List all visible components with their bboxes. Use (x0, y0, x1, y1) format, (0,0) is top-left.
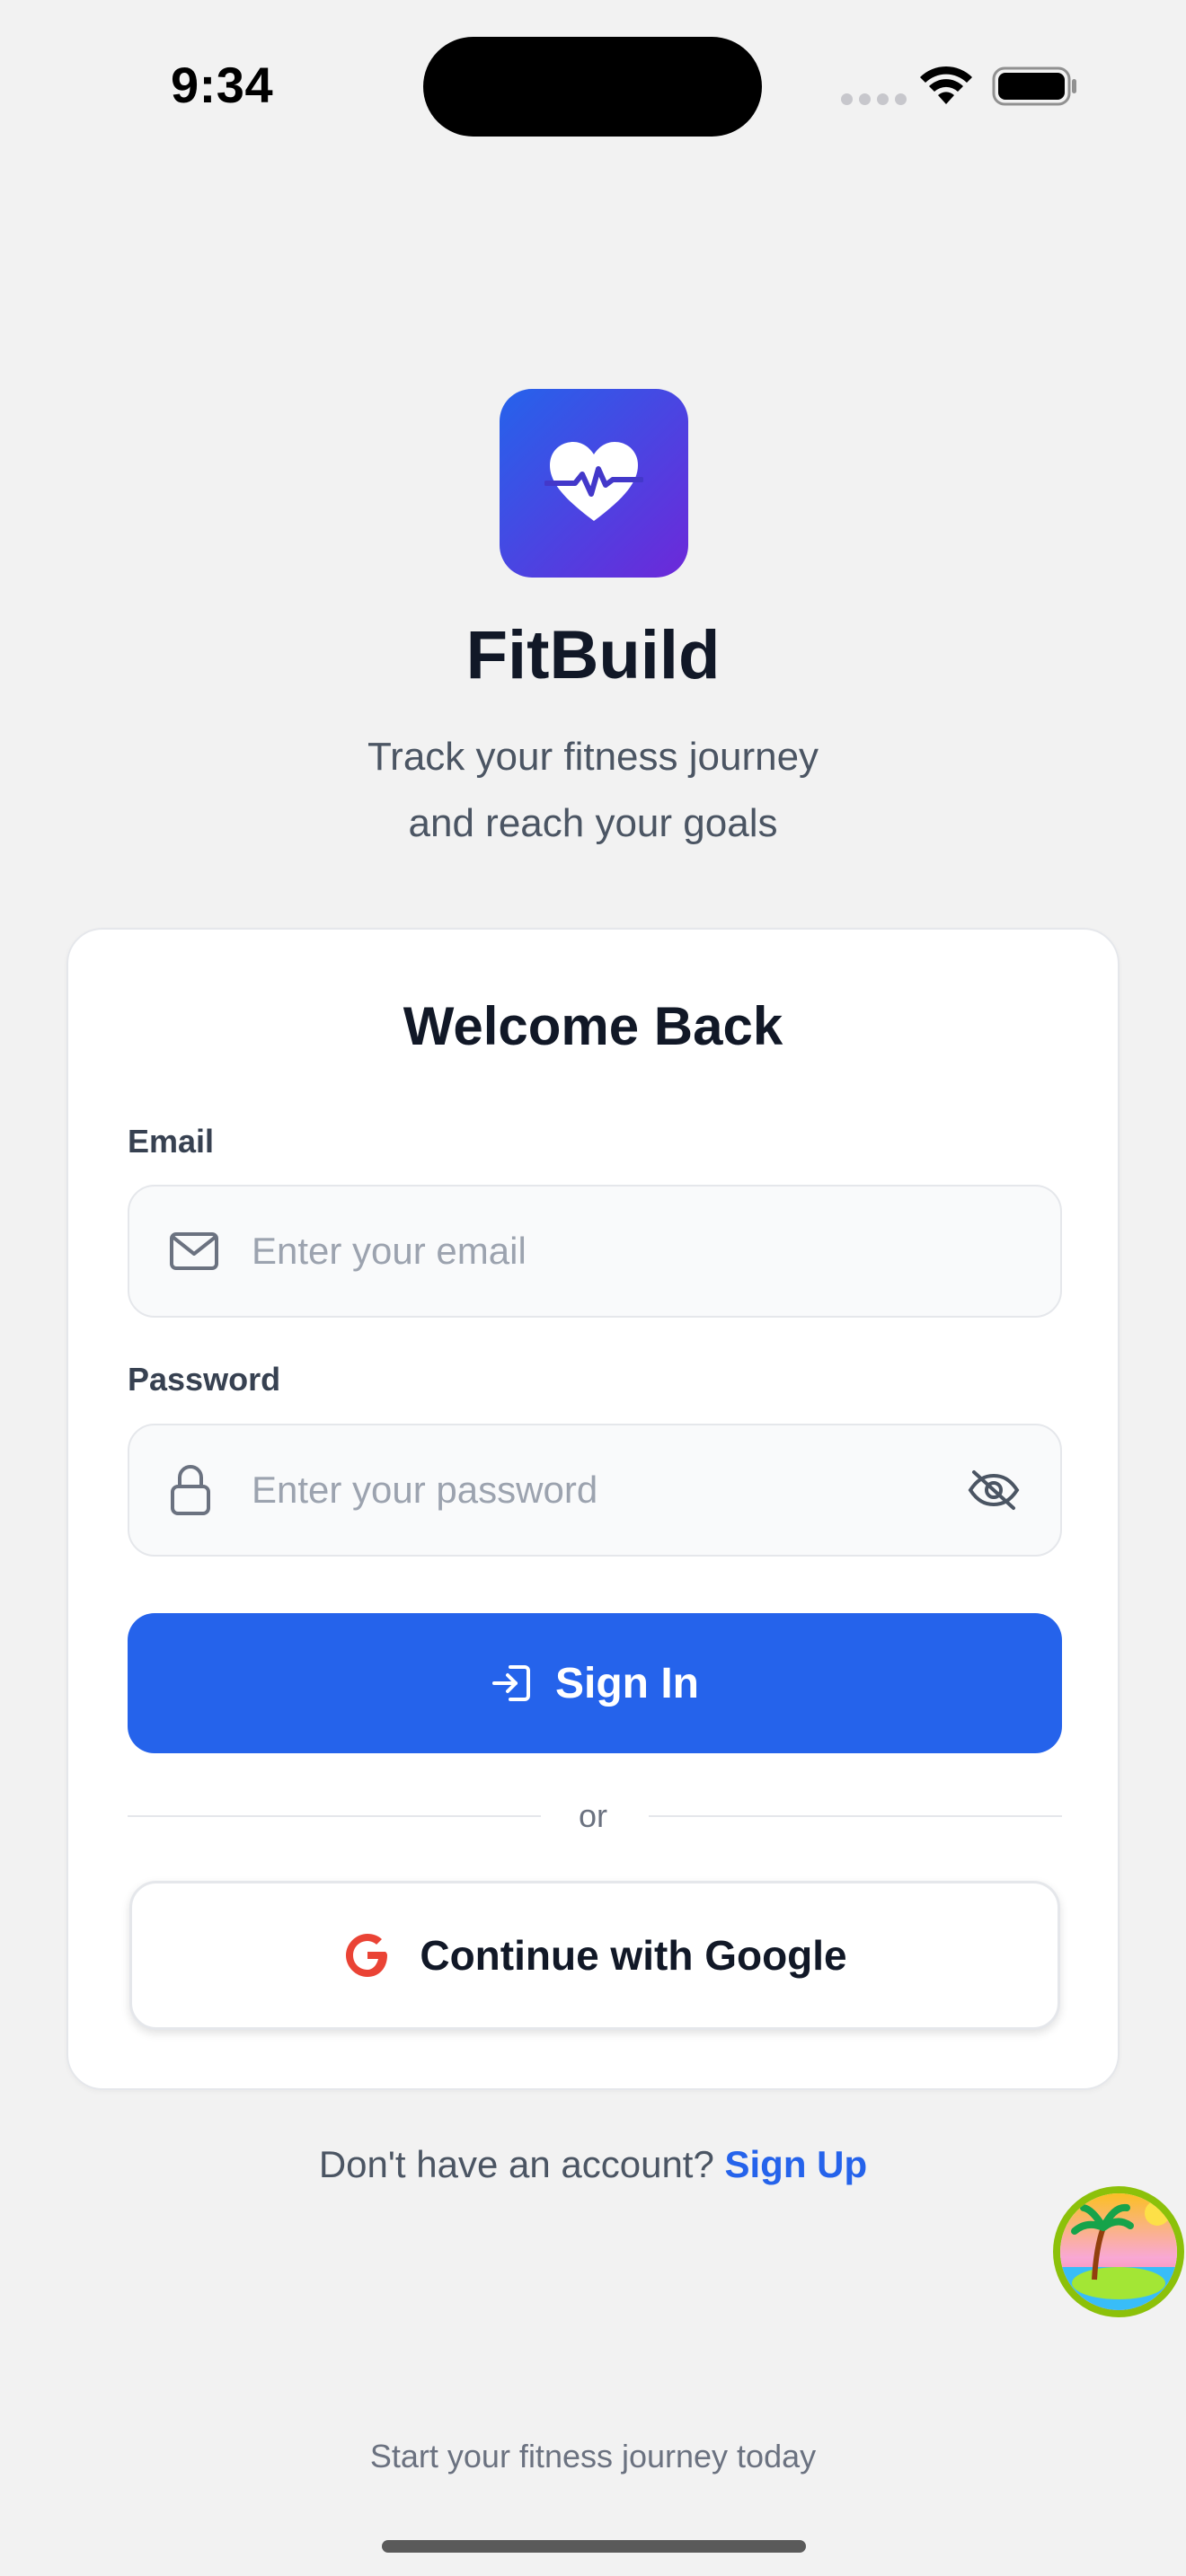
mail-icon (170, 1232, 218, 1270)
divider-right (649, 1815, 1062, 1817)
card-title: Welcome Back (403, 996, 783, 1056)
dynamic-island (423, 37, 762, 137)
battery-icon (992, 66, 1076, 106)
lock-icon (171, 1465, 210, 1515)
app-tagline: Track your fitness journey and reach you… (0, 724, 1186, 857)
login-screen: 9:34 FitBuild Track your fitness journey… (0, 0, 1186, 2576)
signup-prompt: Don't have an account? Sign Up (0, 2143, 1186, 2186)
login-arrow-icon (492, 1665, 530, 1701)
tagline-line-2: and reach your goals (408, 801, 778, 845)
signup-prompt-text: Don't have an account? (318, 2143, 714, 2185)
password-label: Password (128, 1361, 281, 1398)
app-logo (500, 389, 688, 578)
heart-pulse-icon (544, 442, 643, 521)
sign-in-button[interactable]: Sign In (128, 1613, 1062, 1753)
wifi-icon (920, 66, 972, 104)
email-placeholder: Enter your email (252, 1230, 527, 1272)
home-indicator (382, 2540, 806, 2553)
login-card: Welcome Back Email Enter your email Pass… (66, 928, 1120, 2090)
password-placeholder: Enter your password (252, 1469, 598, 1511)
google-sign-in-button[interactable]: Continue with Google (129, 1881, 1060, 2030)
sign-in-label: Sign In (555, 1659, 699, 1707)
sign-up-link[interactable]: Sign Up (725, 2143, 868, 2185)
beach-island-icon (1060, 2193, 1177, 2310)
cellular-signal-icon (841, 93, 907, 105)
tagline-line-1: Track your fitness journey (367, 735, 819, 779)
google-icon (346, 1934, 388, 1977)
email-label: Email (128, 1123, 215, 1160)
password-field[interactable]: Enter your password (128, 1424, 1062, 1557)
email-field[interactable]: Enter your email (128, 1185, 1062, 1318)
status-time: 9:34 (171, 57, 274, 113)
footer-text: Start your fitness journey today (369, 2438, 817, 2475)
eye-off-icon[interactable] (967, 1469, 1021, 1512)
app-title: FitBuild (465, 617, 721, 693)
floating-avatar-button[interactable] (1053, 2186, 1184, 2317)
google-button-label: Continue with Google (420, 1932, 847, 1979)
